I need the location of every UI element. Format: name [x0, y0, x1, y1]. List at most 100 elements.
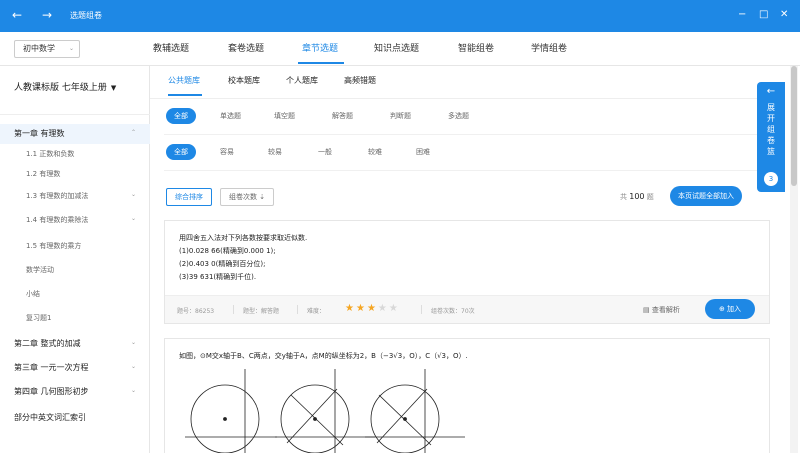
question-text-line: (3)39 631(精确到千位).	[179, 273, 257, 281]
divider	[421, 305, 422, 314]
tab-supplementary[interactable]: 教辅选题	[153, 41, 189, 54]
tab-learning-paper[interactable]: 学情组卷	[531, 41, 567, 54]
tab-smart-paper[interactable]: 智能组卷	[458, 41, 494, 54]
add-question-button[interactable]: ⊕ 加入	[705, 299, 755, 319]
top-navigation: 初中数学 ⌄ 教辅选题 套卷选题 章节选题 知识点选题 智能组卷 学情组卷	[0, 32, 800, 66]
question-type: 题型：解答题	[243, 308, 280, 315]
tree-item-label: 1.3 有理数的加减法	[26, 192, 89, 200]
tree-item-label: 1.1 正数和负数	[26, 150, 75, 158]
chevron-down-icon[interactable]: ⌄	[131, 387, 136, 394]
type-filter-multi-choice[interactable]: 多选题	[440, 108, 477, 124]
chevron-up-icon[interactable]: ⌃	[131, 129, 136, 136]
section-item[interactable]: 1.3 有理数的加减法 ⌄	[0, 186, 150, 206]
chevron-down-icon[interactable]: ⌄	[131, 339, 136, 346]
tree-item-label: 部分中英文词汇索引	[14, 413, 86, 422]
section-item[interactable]: 1.4 有理数的乘除法 ⌄	[0, 210, 150, 230]
back-arrow-icon[interactable]: ←	[12, 8, 22, 22]
grade-select[interactable]: 初中数学 ⌄	[14, 40, 80, 58]
difficulty-filter-easy[interactable]: 容易	[212, 144, 242, 160]
geometry-figure-2	[275, 369, 375, 453]
view-analysis-link[interactable]: ▤ 查看解析	[643, 305, 680, 315]
geometry-figures	[185, 369, 465, 453]
grade-select-value: 初中数学	[23, 44, 55, 53]
difficulty-stars: ★★★★★	[345, 303, 400, 314]
divider	[150, 98, 770, 99]
expand-paper-basket-button[interactable]: ← 展开组卷篮 3	[757, 82, 785, 192]
subtab-school-bank[interactable]: 校本题库	[228, 75, 260, 86]
sort-composite-button[interactable]: 综合排序	[166, 188, 212, 206]
tab-chapter[interactable]: 章节选题	[302, 41, 338, 54]
tree-item-label: 小结	[26, 290, 40, 298]
type-filter-single-choice[interactable]: 单选题	[212, 108, 249, 124]
subtab-public-bank[interactable]: 公共题库	[168, 75, 200, 86]
question-meta-bar: 题号：86253 题型：解答题 难度： ★★★★★ 组卷次数：70次 ▤ 查看解…	[165, 295, 769, 323]
tree-item-label: 第四章 几何图形初步	[14, 387, 89, 396]
question-text-line: (1)0.028 66(精确到0.000 1);	[179, 247, 276, 255]
divider	[164, 134, 768, 135]
tree-item-label: 第三章 一元一次方程	[14, 363, 89, 372]
scrollbar-thumb[interactable]	[791, 66, 797, 186]
difficulty-filter-very-hard[interactable]: 困难	[408, 144, 438, 160]
type-filter-fill-blank[interactable]: 填空题	[266, 108, 303, 124]
plus-circle-icon: ⊕	[718, 305, 725, 313]
tab-paper-set[interactable]: 套卷选题	[228, 41, 264, 54]
star-icon: ★	[366, 303, 378, 314]
tree-item-label: 第二章 整式的加减	[14, 339, 81, 348]
type-filter-solution[interactable]: 解答题	[324, 108, 361, 124]
section-item[interactable]: 小结	[0, 284, 150, 304]
scrollbar[interactable]	[790, 66, 798, 453]
difficulty-label: 难度：	[307, 308, 326, 315]
sort-usage-button[interactable]: 组卷次数 ⇣	[220, 188, 275, 206]
divider	[164, 170, 768, 171]
tree-item-label: 复习题1	[26, 314, 52, 322]
section-item[interactable]: 1.1 正数和负数	[0, 144, 150, 164]
view-analysis-label: 查看解析	[651, 306, 680, 314]
chapter-item[interactable]: 第三章 一元一次方程 ⌄	[0, 358, 150, 378]
divider	[0, 114, 150, 115]
close-icon[interactable]: ✕	[780, 8, 788, 22]
arrow-left-icon: ←	[766, 86, 776, 97]
tree-item-label: 数学活动	[26, 266, 54, 274]
tree-item-label: 1.5 有理数的乘方	[26, 242, 82, 250]
question-id: 题号：86253	[177, 308, 215, 315]
type-filter-all[interactable]: 全部	[166, 108, 196, 124]
chevron-down-icon[interactable]: ⌄	[131, 363, 136, 370]
section-item[interactable]: 复习题1	[0, 308, 150, 328]
star-icon: ★	[355, 303, 367, 314]
chapter-item[interactable]: 第一章 有理数 ⌃	[0, 124, 150, 144]
total-suffix: 题	[646, 193, 654, 201]
star-icon: ★	[388, 303, 400, 314]
difficulty-filter-medium[interactable]: 一般	[310, 144, 340, 160]
total-prefix: 共	[620, 193, 627, 201]
chevron-down-icon[interactable]: ⌄	[131, 191, 136, 198]
tab-knowledge-point[interactable]: 知识点选题	[374, 41, 419, 54]
chapter-item[interactable]: 第四章 几何图形初步 ⌄	[0, 382, 150, 402]
forward-arrow-icon[interactable]: →	[42, 8, 52, 22]
section-item[interactable]: 1.5 有理数的乘方	[0, 236, 150, 256]
question-text-line: (2)0.403 0(精确到百分位);	[179, 260, 266, 268]
tree-item-label: 1.2 有理数	[26, 170, 61, 178]
textbook-select-value: 人教课标版 七年级上册	[14, 83, 107, 93]
chapter-item[interactable]: 部分中英文词汇索引	[0, 408, 150, 428]
tree-item-label: 1.4 有理数的乘除法	[26, 216, 89, 224]
tree-item-label: 第一章 有理数	[14, 129, 65, 138]
total-number: 100	[629, 192, 645, 201]
type-filter-true-false[interactable]: 判断题	[382, 108, 419, 124]
add-all-button[interactable]: 本页试题全部加入	[670, 186, 742, 206]
subtab-frequent-errors[interactable]: 高频错题	[344, 75, 376, 86]
section-item[interactable]: 数学活动	[0, 260, 150, 280]
document-icon: ▤	[643, 306, 650, 314]
subtab-personal-bank[interactable]: 个人题库	[286, 75, 318, 86]
chapter-item[interactable]: 第二章 整式的加减 ⌄	[0, 334, 150, 354]
chapter-sidebar: 人教课标版 七年级上册 ▼ 第一章 有理数 ⌃ 1.1 正数和负数 1.2 有理数 1.3…	[0, 66, 150, 453]
difficulty-filter-fairly-easy[interactable]: 较易	[260, 144, 290, 160]
minimize-icon[interactable]: −	[738, 8, 746, 22]
textbook-select[interactable]: 人教课标版 七年级上册 ▼	[14, 80, 116, 93]
main-content: 公共题库 校本题库 个人题库 高频错题 全部 单选题 填空题 解答题 判断题 多…	[150, 66, 800, 453]
chevron-down-icon[interactable]: ⌄	[131, 215, 136, 222]
section-item[interactable]: 1.2 有理数	[0, 164, 150, 184]
difficulty-filter-all[interactable]: 全部	[166, 144, 196, 160]
active-tab-underline	[298, 62, 344, 64]
difficulty-filter-hard[interactable]: 较难	[360, 144, 390, 160]
maximize-icon[interactable]: □	[759, 8, 768, 22]
